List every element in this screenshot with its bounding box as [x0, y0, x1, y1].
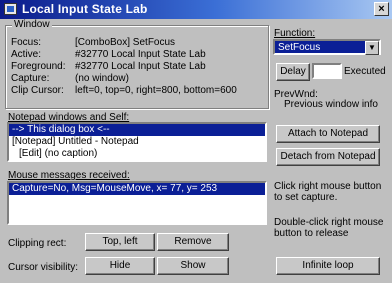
close-button[interactable]: ×	[374, 2, 389, 16]
hide-button[interactable]: Hide	[85, 257, 155, 275]
release-hint: Double-click right mouse button to relea…	[274, 217, 384, 239]
delay-input[interactable]	[312, 63, 342, 79]
mouse-messages-listbox[interactable]: Capture=No, Msg=MouseMove, x= 77, y= 253	[7, 181, 267, 225]
delay-button[interactable]: Delay	[276, 63, 310, 81]
prevwnd-value: Previous window info	[284, 99, 378, 110]
window-title: Local Input State Lab	[22, 2, 148, 16]
function-label: Function:	[274, 28, 316, 39]
list-item[interactable]: [Notepad] Untitled - Notepad	[9, 136, 265, 148]
attach-notepad-button[interactable]: Attach to Notepad	[276, 125, 380, 143]
mouse-messages-label: Mouse messages received:	[8, 170, 130, 181]
remove-button[interactable]: Remove	[157, 233, 229, 251]
title-bar[interactable]: Local Input State Lab ×	[0, 0, 392, 19]
show-button[interactable]: Show	[157, 257, 229, 275]
foreground-value: #32770 Local Input State Lab	[75, 61, 206, 72]
notepad-listbox[interactable]: --> This dialog box <-- [Notepad] Untitl…	[7, 122, 267, 162]
active-label: Active:	[11, 49, 42, 60]
chevron-down-icon[interactable]: ▼	[365, 41, 379, 55]
capture-label: Capture:	[11, 73, 50, 84]
clip-cursor-value: left=0, top=0, right=800, bottom=600	[75, 85, 237, 96]
infinite-loop-button[interactable]: Infinite loop	[276, 257, 380, 275]
detach-notepad-button[interactable]: Detach from Notepad	[276, 148, 380, 166]
list-item[interactable]: --> This dialog box <--	[9, 124, 265, 136]
window-group-legend: Window	[12, 19, 52, 30]
active-value: #32770 Local Input State Lab	[75, 49, 206, 60]
clip-cursor-label: Clip Cursor:	[11, 85, 64, 96]
list-item[interactable]: [Edit] (no caption)	[9, 148, 265, 160]
top-left-button[interactable]: Top, left	[85, 233, 155, 251]
foreground-label: Foreground:	[11, 61, 66, 72]
function-combobox[interactable]: SetFocus ▼	[273, 39, 381, 55]
list-item[interactable]: Capture=No, Msg=MouseMove, x= 77, y= 253	[9, 183, 265, 195]
focus-value: [ComboBox] SetFocus	[75, 37, 176, 48]
cursor-visibility-label: Cursor visibility:	[8, 262, 79, 273]
app-icon	[4, 3, 17, 15]
executed-label: Executed	[344, 66, 386, 77]
capture-hint: Click right mouse button to set capture.	[274, 181, 382, 203]
focus-label: Focus:	[11, 37, 42, 48]
capture-value: (no window)	[75, 73, 129, 84]
clipping-rect-label: Clipping rect:	[8, 238, 67, 249]
function-selected: SetFocus	[278, 42, 321, 53]
